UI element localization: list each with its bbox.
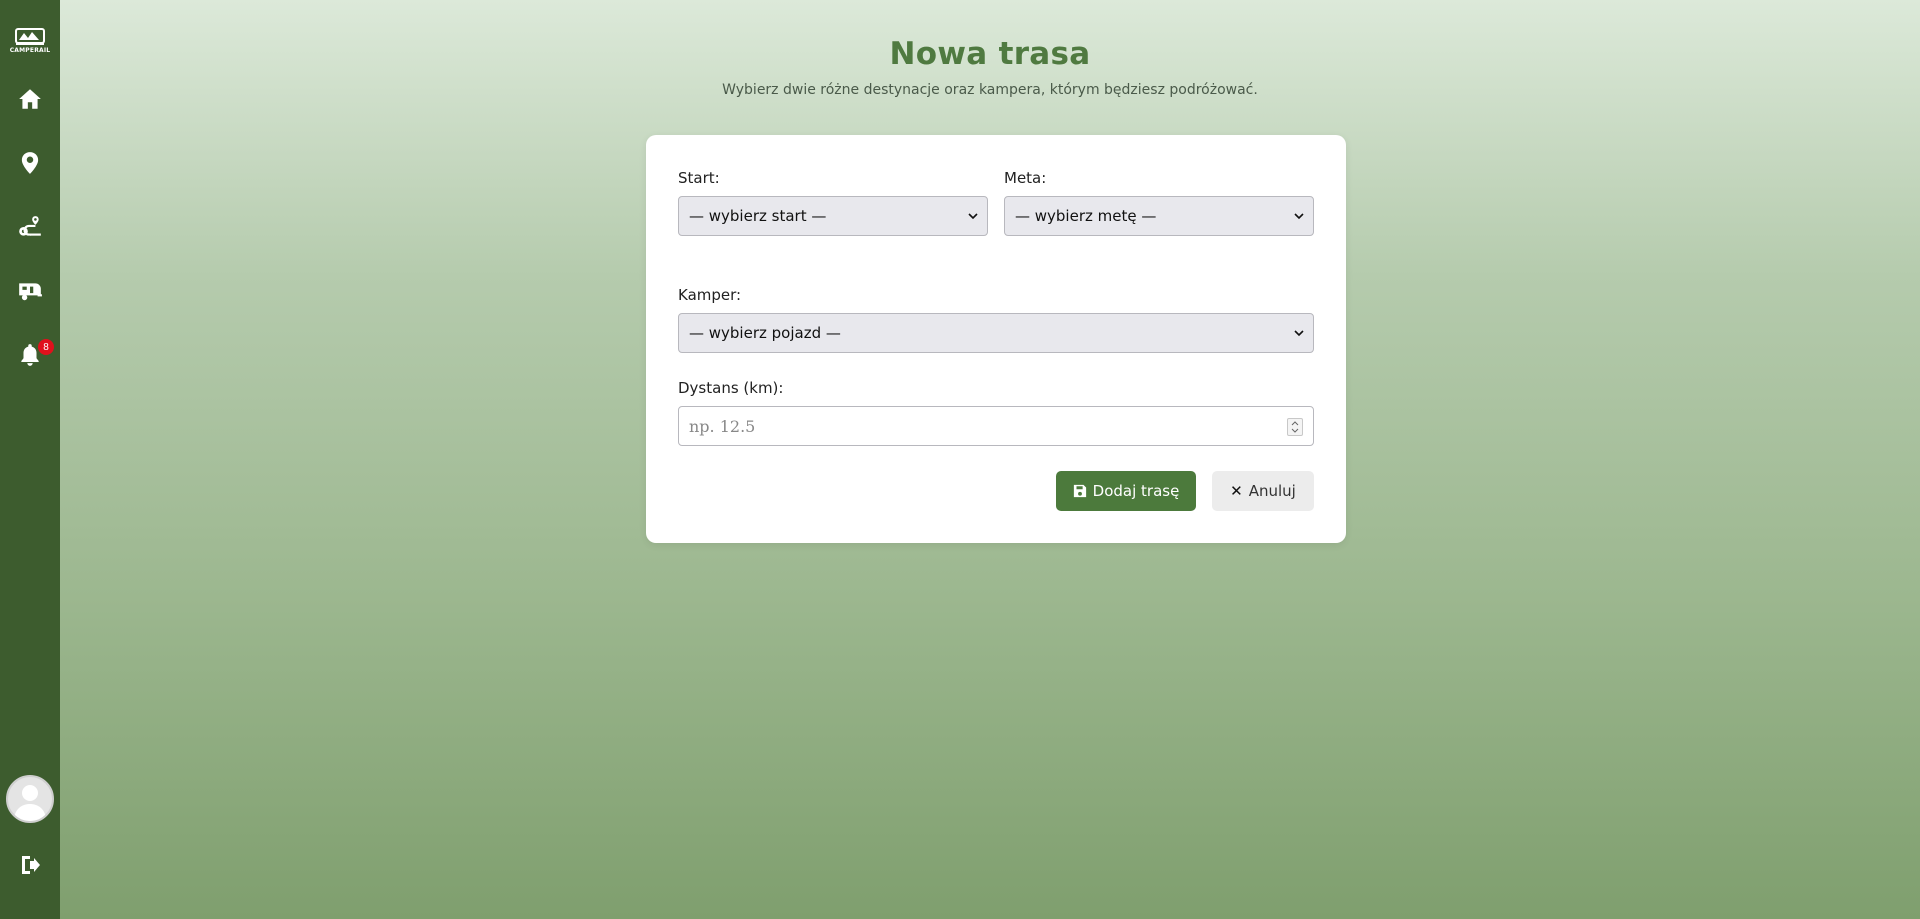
- start-select-value: — wybierz start —: [689, 207, 827, 225]
- cancel-label: Anuluj: [1248, 482, 1296, 500]
- start-label: Start:: [678, 169, 720, 187]
- logout-button[interactable]: [0, 845, 60, 885]
- home-icon: [19, 89, 41, 109]
- new-route-form: Start: — wybierz start — Meta: — wybierz…: [646, 135, 1346, 543]
- page-title: Nowa trasa: [889, 36, 1091, 72]
- camper-logo-icon: [15, 28, 45, 45]
- chevron-down-icon: [968, 213, 978, 220]
- add-route-button[interactable]: Dodaj trasę: [1056, 471, 1196, 511]
- nav-notifications[interactable]: 8: [0, 331, 60, 379]
- logout-icon: [22, 856, 40, 874]
- kamper-select[interactable]: — wybierz pojazd —: [678, 313, 1314, 353]
- user-avatar-icon: [14, 785, 46, 821]
- nav-campers[interactable]: [0, 267, 60, 315]
- page-header: Nowa trasa Wybierz dwie różne destynacje…: [60, 36, 1920, 98]
- caravan-icon: [19, 283, 42, 301]
- nav-destinations[interactable]: [0, 139, 60, 187]
- chevron-down-icon: [1294, 213, 1304, 220]
- nav-home[interactable]: [0, 75, 60, 123]
- kamper-select-value: — wybierz pojazd —: [689, 324, 841, 342]
- logo-text: CAMPERAIL: [9, 47, 51, 54]
- meta-label: Meta:: [1004, 169, 1047, 187]
- close-icon: ✕: [1230, 482, 1243, 500]
- logo[interactable]: CAMPERAIL: [10, 24, 50, 56]
- map-pin-icon: [21, 152, 39, 174]
- cancel-button[interactable]: ✕ Anuluj: [1212, 471, 1314, 511]
- start-select[interactable]: — wybierz start —: [678, 196, 988, 236]
- number-spinner[interactable]: [1287, 418, 1303, 436]
- distance-label: Dystans (km):: [678, 379, 784, 397]
- distance-placeholder: np. 12.5: [689, 416, 756, 436]
- spinner-up-icon: [1291, 421, 1299, 426]
- nav-routes[interactable]: [0, 203, 60, 251]
- page-subtitle: Wybierz dwie różne destynacje oraz kampe…: [722, 82, 1258, 98]
- avatar[interactable]: [6, 775, 54, 823]
- notification-badge: 8: [38, 339, 54, 355]
- spinner-down-icon: [1291, 428, 1299, 433]
- route-icon: [19, 216, 41, 236]
- meta-select[interactable]: — wybierz metę —: [1004, 196, 1314, 236]
- add-route-label: Dodaj trasę: [1092, 482, 1180, 500]
- chevron-down-icon: [1294, 330, 1304, 337]
- meta-select-value: — wybierz metę —: [1015, 207, 1157, 225]
- kamper-label: Kamper:: [678, 286, 742, 304]
- distance-input[interactable]: np. 12.5: [678, 406, 1314, 446]
- save-icon: [1073, 484, 1086, 498]
